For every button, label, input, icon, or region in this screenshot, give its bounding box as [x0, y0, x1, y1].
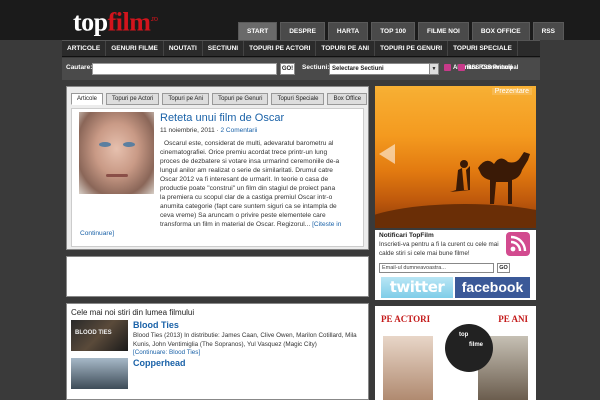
news-item: Copperhead — [71, 358, 366, 398]
top-nav-rss[interactable]: RSS — [532, 22, 564, 40]
rss-glyph — [510, 235, 527, 252]
banner-image-left — [383, 336, 433, 400]
email-field[interactable]: Email-ul dumneavoastra... — [379, 263, 494, 273]
read-more-link[interactable]: [Citeste in — [312, 221, 341, 228]
excerpt-line: la premiera cu scopul clar de a castiga … — [160, 194, 333, 201]
nav-sectiuni[interactable]: SECTIUNI — [203, 41, 245, 56]
logo-text-film: film — [107, 7, 151, 37]
banner-film-text: filme — [469, 342, 484, 348]
ad-slot — [66, 256, 369, 297]
banner-label-actori: PE ACTORI — [381, 314, 431, 324]
tab-topuri-speciale[interactable]: Topuri Speciale — [271, 93, 325, 105]
nav-topuri-speciale[interactable]: TOPURI SPECIALE — [448, 41, 518, 56]
promo-label: Prezentare — [491, 88, 532, 95]
camel-silhouette — [450, 152, 530, 204]
facebook-button[interactable]: facebook — [455, 277, 530, 298]
search-label: Cautare: — [66, 64, 93, 71]
news-title[interactable]: Copperhead — [133, 358, 186, 368]
search-go-button[interactable]: GO! — [280, 63, 295, 75]
news-item: BLOOD TIES Blood Ties Blood Ties (2013) … — [71, 320, 366, 356]
excerpt-line: proces de dezbatere si votare insa urmar… — [160, 158, 340, 165]
search-input[interactable] — [92, 63, 277, 75]
excerpt-line: transforma un film in material de Oscar.… — [160, 220, 360, 229]
nav-topuri-ani[interactable]: TOPURI PE ANI — [316, 41, 376, 56]
twitter-button[interactable]: twitter — [381, 277, 453, 298]
top-nav-harta[interactable]: HARTA — [327, 22, 369, 40]
meta-separator: · — [216, 127, 219, 134]
rss-comments-label: RSS Comentarii — [467, 64, 513, 71]
newsletter-go-button[interactable]: GO — [497, 263, 510, 273]
article-comments-link[interactable]: 2 Comentarii — [220, 127, 257, 134]
nav-topuri-genuri[interactable]: TOPURI PE GENURI — [375, 41, 449, 56]
tab-topuri-ani[interactable]: Topuri pe Ani — [162, 93, 210, 105]
top-nav-top100[interactable]: TOP 100 — [371, 22, 415, 40]
rss-icon — [444, 64, 451, 71]
excerpt-line: Oscar 2012 va fi interesant de urmarit. … — [160, 176, 329, 183]
top-nav: START DESPRE HARTA TOP 100 FILME NOI BOX… — [238, 22, 564, 40]
latest-news: Cele mai noi stiri din lumea filmului BL… — [66, 303, 369, 400]
tab-articole[interactable]: Articole — [71, 93, 104, 105]
promo-slider[interactable]: Prezentare — [375, 86, 536, 228]
top-nav-filme-noi[interactable]: FILME NOI — [417, 22, 469, 40]
tops-banner[interactable]: PE ACTORI PE ANI top filme — [375, 306, 536, 400]
featured-article: Reteta unui film de Oscar 11 noiembrie, … — [71, 108, 364, 247]
chevron-down-icon: ▼ — [429, 64, 438, 74]
read-more-link-end[interactable]: Continuare] — [80, 229, 360, 238]
tab-topuri-actori[interactable]: Topuri pe Actori — [106, 93, 160, 105]
news-thumbnail[interactable]: BLOOD TIES — [71, 320, 128, 351]
nav-articole[interactable]: ARTICOLE — [62, 41, 107, 56]
news-excerpt-text: Blood Ties (2013) In distributie: James … — [133, 332, 357, 348]
section-label: Sectiuni: — [302, 64, 330, 71]
news-excerpt: Blood Ties (2013) In distributie: James … — [133, 332, 365, 358]
tab-box-office[interactable]: Box Office — [327, 93, 368, 105]
article-date: 11 noiembrie, 2011 — [160, 127, 215, 134]
excerpt-line: productie poate "construi" un film din s… — [160, 185, 336, 192]
logo-text-top: top — [73, 7, 108, 37]
rss-comments-link[interactable]: RSS Comentarii — [458, 64, 512, 71]
tab-topuri-genuri[interactable]: Topuri pe Genuri — [212, 93, 269, 105]
excerpt-line: cinematografiei. Orice premiu acordat tr… — [160, 149, 328, 156]
excerpt-line: anumita categorie (fapt care suntem sigu… — [160, 203, 337, 210]
excerpt-line-end: transforma un film in material de Oscar.… — [160, 221, 311, 228]
newsletter-box: Notificari TopFilm Inscrieti-va pentru a… — [375, 230, 536, 300]
news-title[interactable]: Blood Ties — [133, 320, 179, 330]
featured-article-box: Articole Topuri pe Actori Topuri pe Ani … — [66, 86, 369, 250]
news-thumb-label: BLOOD TIES — [75, 330, 112, 336]
top-nav-start[interactable]: START — [238, 22, 278, 40]
logo-tld: .ro — [150, 14, 158, 23]
nav-noutati[interactable]: NOUTATI — [164, 41, 203, 56]
content-tabs: Articole Topuri pe Actori Topuri pe Ani … — [71, 93, 368, 105]
newsletter-title: Notificari TopFilm — [379, 232, 434, 239]
excerpt-line: ceva vreme) Sa aruncam o privire peste e… — [160, 212, 326, 219]
excerpt-line: Oscarul este, considerat de multi, adeva… — [164, 140, 334, 147]
section-select-value: Selectare Sectiuni — [332, 66, 384, 72]
article-excerpt: Oscarul este, considerat de multi, adeva… — [80, 139, 360, 238]
site-header: topfilm.ro START DESPRE HARTA TOP 100 FI… — [0, 0, 600, 40]
site-logo[interactable]: topfilm.ro — [73, 4, 158, 38]
banner-label-ani: PE ANI — [498, 314, 528, 324]
news-heading: Cele mai noi stiri din lumea filmului — [71, 308, 195, 317]
excerpt-line: lungul anilor am realizat o serie de sim… — [160, 167, 333, 174]
film-reel-icon: top filme — [445, 324, 493, 372]
article-title[interactable]: Reteta unui film de Oscar — [160, 112, 284, 124]
section-select[interactable]: Selectare Sectiuni ▼ — [329, 63, 439, 75]
nav-topuri-actori[interactable]: TOPURI PE ACTORI — [244, 41, 317, 56]
rss-icon — [458, 64, 465, 71]
article-meta: 11 noiembrie, 2011 · 2 Comentarii — [160, 127, 257, 134]
arrow-left-icon[interactable] — [379, 144, 395, 164]
news-thumbnail[interactable] — [71, 358, 128, 389]
nav-genuri-filme[interactable]: GENURI FILME — [106, 41, 164, 56]
rss-icon[interactable] — [506, 232, 530, 256]
banner-top-text: top — [459, 332, 469, 338]
news-continue-link[interactable]: [Continuare: Blood Ties] — [133, 349, 200, 356]
main-nav: ARTICOLE GENURI FILME NOUTATI SECTIUNI T… — [62, 40, 540, 57]
top-nav-despre[interactable]: DESPRE — [280, 22, 325, 40]
newsletter-text: Inscrieti-va pentru a fi la curent cu ce… — [379, 241, 499, 257]
top-nav-box-office[interactable]: BOX OFFICE — [471, 22, 530, 40]
